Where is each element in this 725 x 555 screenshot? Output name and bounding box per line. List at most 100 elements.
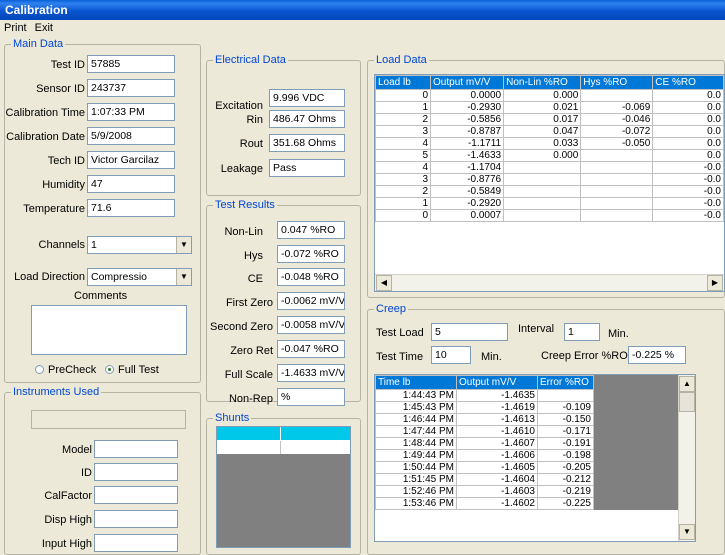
- rin-field[interactable]: 486.47 Ohms: [269, 110, 345, 128]
- zero-ret-field[interactable]: -0.047 %RO: [277, 340, 345, 358]
- calibration-time-field[interactable]: 1:07:33 PM: [87, 103, 175, 121]
- input-high-field[interactable]: [94, 534, 178, 552]
- table-cell[interactable]: 1:51:45 PM: [375, 473, 457, 486]
- table-row[interactable]: 3 -0.8787 0.047 -0.072 0.0: [375, 125, 724, 138]
- table-row[interactable]: 0 0.0007 -0.0: [375, 209, 724, 222]
- table-cell[interactable]: 0.0: [652, 113, 724, 126]
- table-cell[interactable]: [503, 161, 582, 174]
- table-cell[interactable]: 5: [375, 149, 432, 162]
- creep-header-cell[interactable]: Output mV/V: [456, 375, 538, 390]
- table-cell[interactable]: -1.4613: [456, 413, 538, 426]
- creep-error-field[interactable]: -0.225 %: [628, 346, 686, 364]
- table-cell[interactable]: -0.219: [537, 485, 594, 498]
- table-cell[interactable]: 3: [375, 125, 432, 138]
- menu-print[interactable]: Print: [4, 20, 27, 36]
- table-cell[interactable]: -1.1711: [430, 137, 505, 150]
- table-cell[interactable]: -0.0: [652, 197, 724, 210]
- ce-field[interactable]: -0.048 %RO: [277, 268, 345, 286]
- calibration-date-field[interactable]: 5/9/2008: [87, 127, 175, 145]
- model-field[interactable]: [94, 440, 178, 458]
- load-header-cell[interactable]: Load lb: [375, 75, 432, 90]
- table-cell[interactable]: 0: [375, 209, 432, 222]
- table-cell[interactable]: -1.4603: [456, 485, 538, 498]
- table-cell[interactable]: -1.4604: [456, 473, 538, 486]
- table-row[interactable]: 5 -1.4633 0.000 0.0: [375, 149, 724, 162]
- test-time-field[interactable]: 10: [431, 346, 471, 364]
- table-row[interactable]: 4 -1.1704 -0.0: [375, 161, 724, 174]
- table-row[interactable]: 1 -0.2920 -0.0: [375, 197, 724, 210]
- table-row[interactable]: 4 -1.1711 0.033 -0.050 0.0: [375, 137, 724, 150]
- table-row[interactable]: 1:45:43 PM -1.4619 -0.109: [375, 401, 679, 414]
- table-cell[interactable]: 1:44:43 PM: [375, 389, 457, 402]
- comments-textarea[interactable]: [31, 305, 187, 355]
- table-cell[interactable]: 1: [375, 101, 432, 114]
- table-row[interactable]: 1:53:46 PM -1.4602 -0.225: [375, 497, 679, 510]
- table-cell[interactable]: 0.0: [652, 89, 724, 102]
- excitation-field[interactable]: 9.996 VDC: [269, 89, 345, 107]
- load-data-grid[interactable]: Load lb Output mV/V Non-Lin %RO Hys %RO …: [374, 74, 725, 292]
- table-row[interactable]: 1 -0.2930 0.021 -0.069 0.0: [375, 101, 724, 114]
- table-cell[interactable]: 1:50:44 PM: [375, 461, 457, 474]
- table-cell[interactable]: [580, 173, 654, 186]
- full-scale-field[interactable]: -1.4633 mV/V: [277, 364, 345, 382]
- table-cell[interactable]: 1:46:44 PM: [375, 413, 457, 426]
- creep-header-cell[interactable]: Error %RO: [537, 375, 594, 390]
- table-cell[interactable]: -0.050: [580, 137, 654, 150]
- shunt-cell-1[interactable]: [217, 441, 281, 454]
- creep-grid[interactable]: Time lb Output mV/V Error %RO 1:44:43 PM…: [374, 374, 696, 542]
- table-row[interactable]: 1:50:44 PM -1.4605 -0.205: [375, 461, 679, 474]
- table-cell[interactable]: -0.069: [580, 101, 654, 114]
- temperature-field[interactable]: 71.6: [87, 199, 175, 217]
- table-row[interactable]: 3 -0.8776 -0.0: [375, 173, 724, 186]
- table-cell[interactable]: -0.109: [537, 401, 594, 414]
- table-cell[interactable]: -0.0: [652, 173, 724, 186]
- table-cell[interactable]: -0.0: [652, 161, 724, 174]
- creep-header-cell[interactable]: Time lb: [375, 375, 457, 390]
- arrow-down-icon[interactable]: ▼: [679, 524, 695, 540]
- table-row[interactable]: 1:51:45 PM -1.4604 -0.212: [375, 473, 679, 486]
- table-cell[interactable]: [580, 185, 654, 198]
- table-cell[interactable]: 0.033: [503, 137, 582, 150]
- load-header-cell[interactable]: CE %RO: [652, 75, 724, 90]
- non-lin-field[interactable]: 0.047 %RO: [277, 221, 345, 239]
- table-row[interactable]: 2 -0.5849 -0.0: [375, 185, 724, 198]
- table-cell[interactable]: [580, 161, 654, 174]
- table-cell[interactable]: -1.4605: [456, 461, 538, 474]
- table-cell[interactable]: -0.5849: [430, 185, 505, 198]
- table-cell[interactable]: 2: [375, 113, 432, 126]
- table-cell[interactable]: [580, 149, 654, 162]
- table-cell[interactable]: [503, 173, 582, 186]
- table-row[interactable]: 2 -0.5856 0.017 -0.046 0.0: [375, 113, 724, 126]
- arrow-left-icon[interactable]: ◀: [376, 275, 392, 291]
- non-rep-field[interactable]: %: [277, 388, 345, 406]
- table-row[interactable]: 1:47:44 PM -1.4610 -0.171: [375, 425, 679, 438]
- table-cell[interactable]: 0.0: [652, 149, 724, 162]
- arrow-up-icon[interactable]: ▲: [679, 376, 695, 392]
- table-cell[interactable]: [503, 185, 582, 198]
- table-cell[interactable]: -1.4635: [456, 389, 538, 402]
- table-cell[interactable]: 0.000: [503, 89, 582, 102]
- load-header-cell[interactable]: Hys %RO: [580, 75, 654, 90]
- table-cell[interactable]: -0.2920: [430, 197, 505, 210]
- leakage-field[interactable]: Pass: [269, 159, 345, 177]
- table-cell[interactable]: [503, 197, 582, 210]
- table-cell[interactable]: 0.047: [503, 125, 582, 138]
- scroll-thumb[interactable]: [393, 276, 683, 290]
- precheck-radio[interactable]: PreCheck: [35, 363, 96, 377]
- table-cell[interactable]: -0.171: [537, 425, 594, 438]
- table-cell[interactable]: -0.8776: [430, 173, 505, 186]
- table-cell[interactable]: -1.4619: [456, 401, 538, 414]
- table-cell[interactable]: 1:47:44 PM: [375, 425, 457, 438]
- second-zero-field[interactable]: -0.0058 mV/V: [277, 316, 345, 334]
- table-cell[interactable]: -1.4606: [456, 449, 538, 462]
- table-cell[interactable]: [503, 209, 582, 222]
- interval-field[interactable]: 1: [564, 323, 600, 341]
- table-cell[interactable]: -0.5856: [430, 113, 505, 126]
- table-cell[interactable]: 0.0: [652, 125, 724, 138]
- table-cell[interactable]: -1.4633: [430, 149, 505, 162]
- instrument-select[interactable]: [31, 410, 186, 429]
- table-cell[interactable]: 2: [375, 185, 432, 198]
- table-cell[interactable]: -0.0: [652, 185, 724, 198]
- id-field[interactable]: [94, 463, 178, 481]
- sensor-id-field[interactable]: 243737: [87, 79, 175, 97]
